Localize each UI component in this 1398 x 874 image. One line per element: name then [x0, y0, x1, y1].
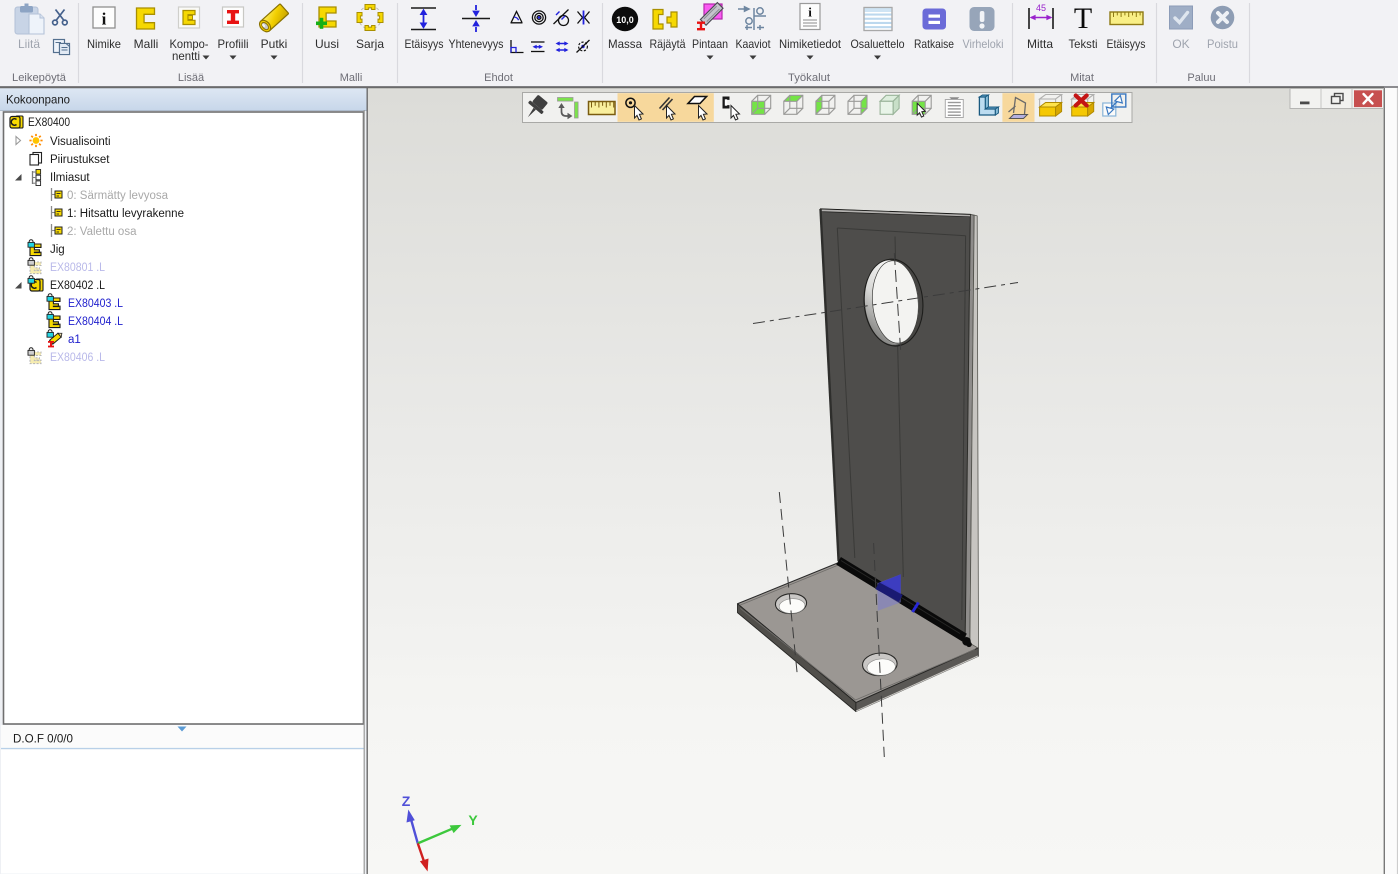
svg-text:T: T: [1074, 2, 1092, 35]
svg-text:Nimike: Nimike: [87, 37, 121, 51]
svg-text:Mitta: Mitta: [1027, 37, 1053, 51]
svg-text:EX80403 .L: EX80403 .L: [68, 298, 124, 310]
svg-text:Lisää: Lisää: [178, 72, 205, 84]
svg-text:Y: Y: [468, 812, 478, 828]
svg-text:Kaaviot: Kaaviot: [736, 37, 772, 51]
svg-text:2: Valettu osa: 2: Valettu osa: [67, 226, 137, 238]
svg-text:EX80406 .L: EX80406 .L: [50, 352, 106, 364]
svg-text:EX80801 .L: EX80801 .L: [50, 262, 106, 274]
svg-text:Virheloki: Virheloki: [963, 37, 1004, 51]
svg-text:EX80400: EX80400: [28, 117, 70, 129]
svg-text:Teksti: Teksti: [1069, 37, 1098, 51]
svg-text:i: i: [102, 10, 107, 29]
svg-text:EX80402 .L: EX80402 .L: [50, 280, 106, 292]
svg-text:Piirustukset: Piirustukset: [50, 154, 110, 166]
svg-text:a1: a1: [68, 334, 81, 346]
svg-text:Osaluettelo: Osaluettelo: [851, 37, 905, 51]
svg-text:OK: OK: [1172, 37, 1189, 51]
svg-text:Työkalut: Työkalut: [788, 72, 830, 84]
svg-text:45: 45: [1036, 3, 1046, 13]
svg-text:Etäisyys: Etäisyys: [405, 37, 444, 51]
svg-text:i: i: [808, 5, 812, 20]
svg-text:Visualisointi: Visualisointi: [50, 136, 111, 148]
svg-text:Profiili: Profiili: [218, 37, 249, 51]
svg-text:Ilmiasut: Ilmiasut: [50, 172, 90, 184]
svg-text:Putki: Putki: [261, 37, 288, 51]
svg-text:EX80404 .L: EX80404 .L: [68, 316, 124, 328]
svg-text:Jig: Jig: [50, 244, 65, 256]
svg-text:Mitat: Mitat: [1070, 72, 1094, 84]
svg-text:Uusi: Uusi: [315, 37, 339, 51]
svg-text:Yhtenevyys: Yhtenevyys: [449, 37, 504, 51]
svg-text:Sarja: Sarja: [356, 37, 384, 51]
svg-text:Massa: Massa: [608, 37, 642, 51]
svg-text:0: Särmätty levyosa: 0: Särmätty levyosa: [67, 190, 169, 202]
svg-text:Etäisyys: Etäisyys: [1107, 37, 1146, 51]
svg-text:Räjäytä: Räjäytä: [650, 37, 686, 51]
svg-text:Ehdot: Ehdot: [484, 72, 513, 84]
svg-text:Nimiketiedot: Nimiketiedot: [779, 37, 842, 51]
svg-text:Malli: Malli: [340, 72, 363, 84]
svg-text:nentti: nentti: [172, 49, 200, 63]
svg-text:10,0: 10,0: [616, 15, 634, 25]
svg-text:Paluu: Paluu: [1187, 72, 1215, 84]
svg-text:Leikepöytä: Leikepöytä: [12, 72, 67, 84]
svg-text:Kokoonpano: Kokoonpano: [6, 93, 70, 107]
svg-text:Z: Z: [402, 793, 411, 809]
svg-text:Pintaan: Pintaan: [692, 37, 728, 51]
svg-text:Liitä: Liitä: [18, 37, 40, 51]
svg-text:Malli: Malli: [134, 37, 159, 51]
svg-text:1: Hitsattu levyrakenne: 1: Hitsattu levyrakenne: [67, 208, 184, 220]
svg-text:Ratkaise: Ratkaise: [914, 37, 954, 51]
svg-text:Poistu: Poistu: [1207, 37, 1238, 51]
svg-text:D.O.F 0/0/0: D.O.F 0/0/0: [13, 732, 73, 746]
